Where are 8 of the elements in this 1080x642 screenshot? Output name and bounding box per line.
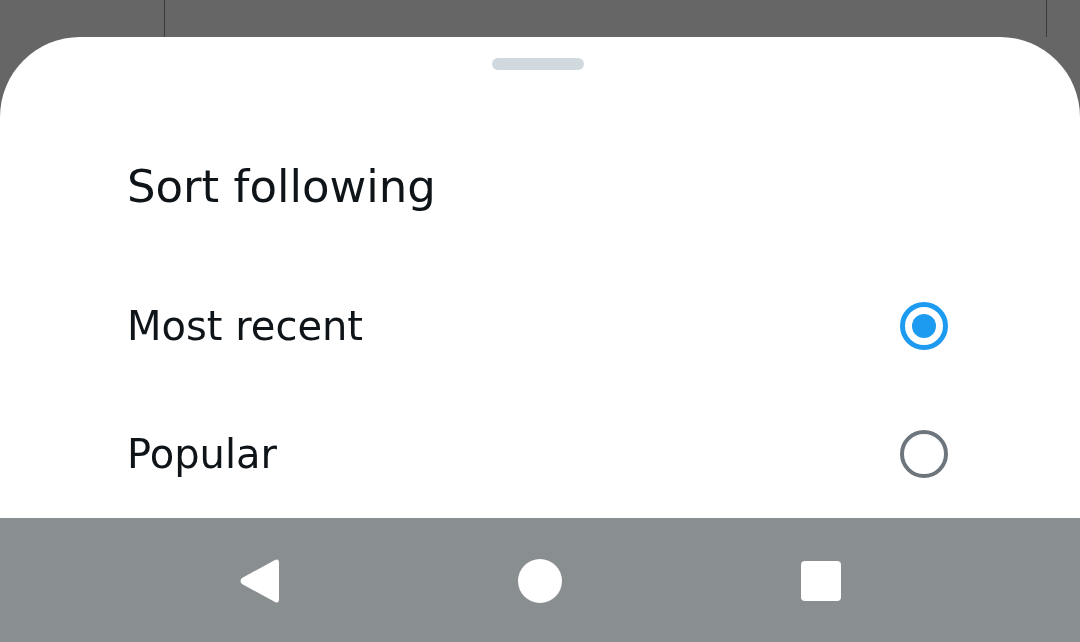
option-label[interactable]: Most recent xyxy=(127,303,364,349)
drag-handle[interactable] xyxy=(491,58,584,70)
sheet-title: Sort following xyxy=(127,164,437,210)
radio-button[interactable] xyxy=(900,430,948,478)
back-icon[interactable] xyxy=(239,558,279,604)
option-label[interactable]: Popular xyxy=(127,431,277,477)
radio-button[interactable] xyxy=(900,302,948,350)
home-icon[interactable] xyxy=(518,559,562,603)
